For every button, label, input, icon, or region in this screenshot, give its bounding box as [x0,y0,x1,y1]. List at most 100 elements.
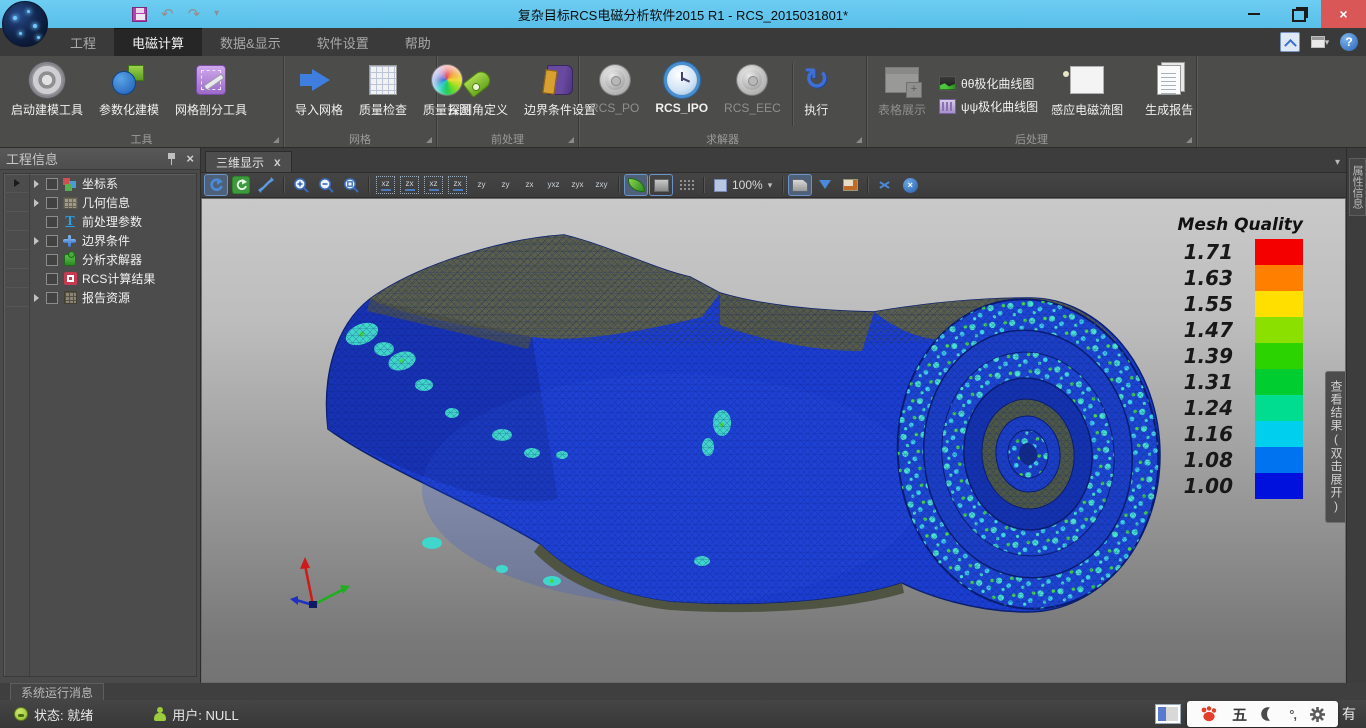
app-logo[interactable] [2,1,48,47]
close-view-icon[interactable]: × [899,175,921,195]
dialog-launcher-icon[interactable] [1186,137,1192,143]
checkbox[interactable] [46,254,58,266]
view-results-vertical-tab[interactable]: 查看结果(双击展开) [1325,371,1345,523]
rotate-view-icon[interactable] [205,175,227,195]
zoom-dropdown-icon[interactable]: ▾ [768,180,773,191]
probe-angle-button[interactable]: 探测角定义 [441,59,515,130]
zoom-in-icon[interactable] [290,175,312,195]
view-right-icon[interactable]: zx [447,175,468,195]
tree-item-report-resources[interactable]: 报告资源 [30,288,196,307]
view-top-icon[interactable]: zy [471,175,492,195]
tree-item-coordinate-system[interactable]: 坐标系 [30,174,196,193]
expander-icon[interactable] [34,294,42,302]
share-icon[interactable] [874,175,896,195]
checkbox[interactable] [46,178,58,190]
tab-data-display[interactable]: 数据&显示 [202,28,299,56]
smooth-shade-icon[interactable] [625,175,647,195]
window-title: 复杂目标RCS电磁分析软件2015 R1 - RCS_2015031801* [0,5,1366,24]
rcs-po-button[interactable]: RCS_PO [583,59,646,130]
view-left-icon[interactable]: xz [423,175,444,195]
viewport-toolbar: xz zx xz zx zy zy zx yxz zyx zxy 100% ▾ [201,172,1346,198]
zoom-out-icon[interactable] [315,175,337,195]
expander-icon[interactable] [34,180,42,188]
view-iso2-icon[interactable]: yxz [543,175,564,195]
quality-check-button[interactable]: 质量检查 [352,59,414,130]
capture-view-icon[interactable] [789,175,811,195]
mesh-partition-tool-button[interactable]: 网格剖分工具 [168,59,254,130]
theta-polarization-curve-button[interactable]: θθ极化曲线图 [935,74,1042,93]
ime-logo-paw-icon[interactable] [1199,705,1219,723]
legend-row: 1.00 [1103,473,1303,499]
view-iso4-icon[interactable]: zxy [591,175,612,195]
rcs-ipo-button[interactable]: RCS_IPO [648,59,715,130]
tab-3d-display[interactable]: 三维显示 x [205,151,292,172]
view-bottom-icon[interactable]: zy [495,175,516,195]
ime-mode-button[interactable]: 五 [1232,704,1247,725]
tree-item-analysis-solver[interactable]: 分析求解器 [30,250,196,269]
table-display-button[interactable]: 表格展示 [871,59,933,130]
tab-settings[interactable]: 软件设置 [299,28,387,56]
expander-icon[interactable] [34,237,42,245]
export-down-icon[interactable] [814,175,836,195]
checkbox[interactable] [46,292,58,304]
dialog-launcher-icon[interactable] [273,137,279,143]
rcs-eec-button[interactable]: RCS_EEC [717,59,788,130]
viewport-3d[interactable]: Mesh Quality 1.71 1.63 1.55 1.47 1.39 1.… [201,198,1346,683]
view-back-icon[interactable]: zx [399,175,420,195]
tree-item-rcs-results[interactable]: RCS计算结果 [30,269,196,288]
expander-icon[interactable] [34,199,42,207]
ime-punctuation-button[interactable]: °, [1289,707,1296,722]
tab-close-icon[interactable]: x [274,155,281,169]
checkbox[interactable] [46,197,58,209]
layers-window-icon[interactable] [839,175,861,195]
view-iso1-icon[interactable]: zx [519,175,540,195]
flat-shade-icon[interactable] [650,175,672,195]
execute-button[interactable]: ↻ 执行 [797,59,836,130]
tree-item-geometry-info[interactable]: 几何信息 [30,193,196,212]
launch-modeling-tool-button[interactable]: 启动建模工具 [4,59,90,130]
checkbox[interactable] [46,273,58,285]
restore-button[interactable] [1276,0,1321,28]
generate-report-button[interactable]: 生成报告 [1138,59,1200,130]
system-messages-tab[interactable]: 系统运行消息 [10,683,104,700]
tabbar-menu-icon[interactable]: ▾ [1335,157,1340,168]
ime-halfmoon-icon[interactable] [1260,706,1276,722]
pin-icon[interactable] [167,153,176,165]
checkbox[interactable] [46,235,58,247]
induced-em-current-button[interactable]: 感应电磁流图 [1044,59,1130,130]
import-mesh-button[interactable]: 导入网格 [288,59,350,130]
pan-resize-icon[interactable] [255,175,277,195]
tab-help[interactable]: 帮助 [387,28,449,56]
legend-row: 1.63 [1103,265,1303,291]
checkbox[interactable] [46,216,58,228]
ime-settings-gear-icon[interactable] [1309,706,1326,723]
panel-close-icon[interactable]: × [186,152,194,165]
help-icon[interactable]: ? [1340,33,1358,51]
collapse-ribbon-icon[interactable] [1280,32,1300,52]
window-style-icon[interactable]: ▾ [1310,32,1330,52]
property-info-vertical-tab[interactable]: 属性信息 [1349,158,1366,216]
dialog-launcher-icon[interactable] [426,137,432,143]
refresh-view-icon[interactable] [230,175,252,195]
layout-left-icon[interactable] [1155,704,1181,724]
axis-triad [290,557,350,608]
tab-em-compute[interactable]: 电磁计算 [114,28,202,56]
view-front-icon[interactable]: xz [375,175,396,195]
dialog-launcher-icon[interactable] [856,137,862,143]
legend-row: 1.24 [1103,395,1303,421]
tree-item-preprocess-params[interactable]: T 前处理参数 [30,212,196,231]
group-label-preprocess: 前处理 [491,131,524,147]
close-button[interactable]: × [1321,0,1366,28]
view-iso3-icon[interactable]: zyx [567,175,588,195]
tree-item-boundary-condition[interactable]: 边界条件 [30,231,196,250]
minimize-button[interactable] [1231,0,1276,28]
legend-row: 1.47 [1103,317,1303,343]
dialog-launcher-icon[interactable] [568,137,574,143]
psi-polarization-curve-button[interactable]: ψψ极化曲线图 [935,97,1042,116]
taskbar-text-right: 有 [1342,704,1356,724]
wireframe-icon[interactable] [675,175,697,195]
zoom-level-control[interactable]: 100% ▾ [710,178,776,192]
parametric-modeling-button[interactable]: 参数化建模 [92,59,166,130]
zoom-fit-icon[interactable] [340,175,362,195]
tab-project[interactable]: 工程 [52,28,114,56]
